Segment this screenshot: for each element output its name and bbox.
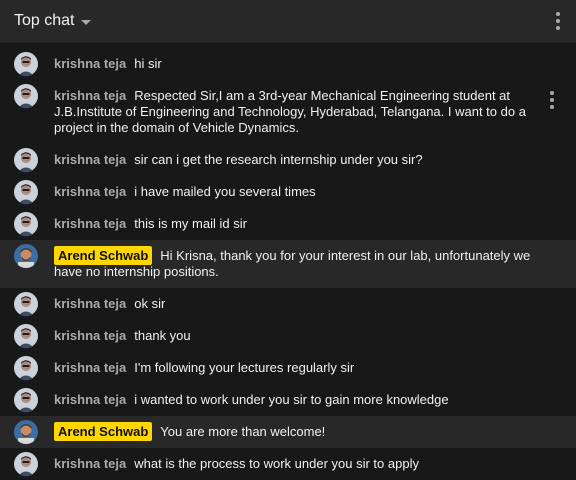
message-text: I'm following your lectures regularly si…	[134, 360, 355, 375]
avatar[interactable]	[14, 212, 38, 236]
author-name[interactable]: krishna teja	[54, 152, 126, 167]
avatar[interactable]	[14, 388, 38, 412]
chat-message: Arend Schwab You are more than welcome!	[0, 416, 576, 448]
chat-message: krishna teja i have mailed you several ti…	[0, 176, 576, 208]
avatar[interactable]	[14, 324, 38, 348]
message-content: krishna teja Respected Sir,I am a 3rd-yea…	[54, 80, 536, 144]
message-text: what is the process to work under you si…	[134, 456, 419, 471]
message-content: Arend Schwab Hi Krisna, thank you for you…	[54, 240, 536, 288]
author-name[interactable]: krishna teja	[54, 184, 126, 199]
message-content: krishna teja sir can i get the research i…	[54, 144, 423, 176]
chat-message: krishna teja what is the process to work …	[0, 448, 576, 480]
message-content: krishna teja thank you	[54, 320, 191, 352]
chat-message-list: krishna teja hi sir krishna teja Respected …	[0, 48, 576, 480]
chat-message: krishna teja hi sir	[0, 48, 576, 80]
author-name[interactable]: krishna teja	[54, 296, 126, 311]
avatar[interactable]	[14, 292, 38, 316]
message-content: krishna teja ok sir	[54, 288, 165, 320]
chat-message: krishna teja thank you	[0, 320, 576, 352]
author-name[interactable]: krishna teja	[54, 328, 126, 343]
message-text: thank you	[134, 328, 191, 343]
message-text: i have mailed you several times	[134, 184, 316, 199]
message-content: krishna teja i wanted to work under you s…	[54, 384, 449, 416]
owner-author-badge[interactable]: Arend Schwab	[54, 246, 153, 265]
chat-message: krishna teja ok sir	[0, 288, 576, 320]
chat-message: krishna teja Respected Sir,I am a 3rd-yea…	[0, 80, 576, 144]
chat-header: Top chat	[0, 0, 576, 43]
author-name[interactable]: krishna teja	[54, 216, 126, 231]
message-text: sir can i get the research internship un…	[134, 152, 423, 167]
chat-mode-label: Top chat	[14, 12, 75, 29]
message-content: krishna teja what is the process to work …	[54, 448, 419, 480]
chat-message: krishna teja I'm following your lectures …	[0, 352, 576, 384]
message-text: i wanted to work under you sir to gain m…	[134, 392, 449, 407]
author-name[interactable]: krishna teja	[54, 56, 126, 71]
chevron-down-icon	[81, 19, 92, 25]
avatar[interactable]	[14, 52, 38, 76]
avatar[interactable]	[14, 180, 38, 204]
chat-message: Arend Schwab Hi Krisna, thank you for you…	[0, 240, 576, 288]
avatar[interactable]	[14, 244, 38, 268]
message-text: this is my mail id sir	[134, 216, 247, 231]
author-name[interactable]: krishna teja	[54, 360, 126, 375]
avatar[interactable]	[14, 420, 38, 444]
message-content: krishna teja I'm following your lectures …	[54, 352, 354, 384]
message-content: krishna teja hi sir	[54, 48, 162, 80]
message-content: krishna teja this is my mail id sir	[54, 208, 247, 240]
author-name[interactable]: krishna teja	[54, 88, 126, 103]
message-text: hi sir	[134, 56, 162, 71]
top-chat-dropdown[interactable]: Top chat	[14, 12, 92, 30]
avatar[interactable]	[14, 84, 38, 108]
message-menu-icon[interactable]	[544, 90, 560, 110]
message-content: Arend Schwab You are more than welcome!	[54, 416, 325, 448]
chat-message: krishna teja this is my mail id sir	[0, 208, 576, 240]
owner-author-badge[interactable]: Arend Schwab	[54, 422, 153, 441]
author-name[interactable]: krishna teja	[54, 392, 126, 407]
avatar[interactable]	[14, 452, 38, 476]
chat-message: krishna teja i wanted to work under you s…	[0, 384, 576, 416]
avatar[interactable]	[14, 148, 38, 172]
author-name[interactable]: krishna teja	[54, 456, 126, 471]
chat-message: krishna teja sir can i get the research i…	[0, 144, 576, 176]
more-options-icon[interactable]	[550, 11, 566, 31]
message-content: krishna teja i have mailed you several ti…	[54, 176, 316, 208]
message-text: You are more than welcome!	[160, 424, 326, 439]
avatar[interactable]	[14, 356, 38, 380]
message-text: ok sir	[134, 296, 166, 311]
